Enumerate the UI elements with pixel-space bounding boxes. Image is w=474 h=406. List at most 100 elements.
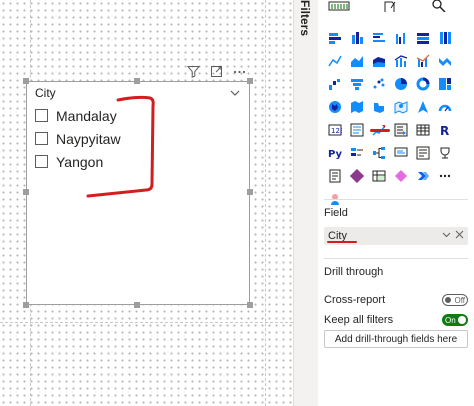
resize-handle[interactable] xyxy=(247,189,253,195)
drill-through-section: Drill through Cross-report Off Keep all … xyxy=(324,266,468,330)
treemap-icon[interactable] xyxy=(434,73,456,94)
funnel-chart-icon[interactable] xyxy=(346,73,368,94)
slicer-list: Mandalay Naypyitaw Yangon xyxy=(35,104,121,173)
shape-map-icon[interactable] xyxy=(368,96,390,117)
keep-filters-row: Keep all filters On xyxy=(324,310,468,330)
key-influencers-icon[interactable] xyxy=(346,142,368,163)
cross-report-toggle[interactable]: Off xyxy=(442,294,468,306)
format-visual-icon[interactable] xyxy=(382,0,398,14)
checkbox[interactable] xyxy=(35,132,48,145)
stacked-area-chart-icon[interactable] xyxy=(368,50,390,71)
more-visuals-icon[interactable] xyxy=(434,165,456,186)
resize-handle[interactable] xyxy=(23,302,29,308)
selected-visual-underline xyxy=(370,129,390,132)
filled-map-icon[interactable] xyxy=(346,96,368,117)
slicer-item-label: Naypyitaw xyxy=(56,130,121,147)
close-icon[interactable] xyxy=(455,227,464,245)
drill-through-title: Drill through xyxy=(324,266,384,278)
visualizations-pane: 123 R Py xyxy=(318,0,474,406)
power-apps-icon[interactable] xyxy=(346,165,368,186)
power-automate-icon[interactable] xyxy=(412,165,434,186)
slicer-item[interactable]: Mandalay xyxy=(35,104,121,127)
svg-text:R: R xyxy=(440,124,449,137)
section-divider xyxy=(324,199,468,200)
qa-visual-icon[interactable] xyxy=(390,142,412,163)
r-script-visual-icon[interactable]: R xyxy=(434,119,456,140)
power-apps-diamond-icon[interactable] xyxy=(390,165,412,186)
toggle-state-label: Off xyxy=(454,295,465,305)
slicer-icon[interactable] xyxy=(390,119,412,140)
cross-report-label: Cross-report xyxy=(324,294,386,306)
table-visual-icon[interactable] xyxy=(368,165,390,186)
multi-row-card-icon[interactable] xyxy=(346,119,368,140)
stacked-column-chart-icon[interactable] xyxy=(346,27,368,48)
slicer-title: City xyxy=(35,86,56,100)
azure-map-icon[interactable] xyxy=(390,96,412,117)
goals-icon[interactable] xyxy=(434,142,456,163)
stacked-bar-chart-icon[interactable] xyxy=(324,27,346,48)
red-annotation-underline xyxy=(327,241,357,243)
line-and-clustered-column-chart-icon[interactable] xyxy=(412,50,434,71)
pie-chart-icon[interactable] xyxy=(390,73,412,94)
arcgis-navigation-icon[interactable] xyxy=(412,96,434,117)
cross-report-row: Cross-report Off xyxy=(324,290,468,310)
toggle-state-label: On xyxy=(445,315,456,325)
section-divider xyxy=(324,258,468,259)
slicer-item[interactable]: Naypyitaw xyxy=(35,127,121,150)
filter-icon[interactable] xyxy=(186,64,200,78)
keep-filters-toggle[interactable]: On xyxy=(442,314,468,326)
map-icon[interactable] xyxy=(324,96,346,117)
keep-filters-label: Keep all filters xyxy=(324,314,394,326)
resize-handle[interactable] xyxy=(134,78,140,84)
decomposition-tree-icon[interactable] xyxy=(368,142,390,163)
add-drill-through-fields-well[interactable]: Add drill-through fields here xyxy=(324,330,468,348)
analytics-icon[interactable] xyxy=(431,0,447,14)
slicer-item-label: Yangon xyxy=(56,153,104,170)
visual-type-gallery: 123 R Py xyxy=(324,27,474,211)
python-visual-icon[interactable]: Py xyxy=(324,142,346,163)
filters-label[interactable]: Filters xyxy=(298,0,312,36)
gauge-icon[interactable] xyxy=(434,96,456,117)
resize-handle[interactable] xyxy=(134,302,140,308)
resize-handle[interactable] xyxy=(23,189,29,195)
ribbon-chart-icon[interactable] xyxy=(434,50,456,71)
waterfall-chart-icon[interactable] xyxy=(324,73,346,94)
100-stacked-bar-chart-icon[interactable] xyxy=(412,27,434,48)
line-and-column-chart-icon[interactable] xyxy=(390,50,412,71)
checkbox[interactable] xyxy=(35,155,48,168)
resize-handle[interactable] xyxy=(247,78,253,84)
clustered-bar-chart-icon[interactable] xyxy=(368,27,390,48)
report-canvas[interactable]: City Mandalay Naypyitaw Yangon xyxy=(0,0,293,406)
clustered-column-chart-icon[interactable] xyxy=(390,27,412,48)
slicer-item[interactable]: Yangon xyxy=(35,150,121,173)
field-well-section: Field City xyxy=(324,207,468,245)
line-chart-icon[interactable] xyxy=(324,50,346,71)
checkbox[interactable] xyxy=(35,109,48,122)
paginated-report-icon[interactable] xyxy=(324,165,346,186)
100-stacked-column-chart-icon[interactable] xyxy=(434,27,456,48)
slicer-item-label: Mandalay xyxy=(56,107,117,124)
chevron-down-icon[interactable] xyxy=(442,227,451,245)
svg-text:Py: Py xyxy=(328,149,342,160)
svg-text:123: 123 xyxy=(331,127,342,135)
resize-handle[interactable] xyxy=(23,78,29,84)
field-section-title: Field xyxy=(324,207,348,219)
slicer-header: City xyxy=(35,86,241,102)
more-options-icon[interactable] xyxy=(232,64,246,78)
canvas-guide-line xyxy=(0,322,293,323)
card-icon[interactable]: 123 xyxy=(324,119,346,140)
chevron-down-icon[interactable] xyxy=(229,87,241,99)
area-chart-icon[interactable] xyxy=(346,50,368,71)
field-well-city[interactable]: City xyxy=(324,227,468,245)
focus-mode-icon[interactable] xyxy=(209,64,223,78)
donut-chart-icon[interactable] xyxy=(412,73,434,94)
city-slicer[interactable]: City Mandalay Naypyitaw Yangon xyxy=(23,78,253,308)
pane-tabs xyxy=(318,0,474,16)
resize-handle[interactable] xyxy=(247,302,253,308)
visual-header-toolbar xyxy=(186,64,246,78)
filters-pane-collapsed[interactable]: Filters xyxy=(293,0,319,406)
table-icon[interactable] xyxy=(412,119,434,140)
smart-narrative-icon[interactable] xyxy=(412,142,434,163)
build-visual-icon[interactable] xyxy=(328,0,350,14)
scatter-chart-icon[interactable] xyxy=(368,73,390,94)
